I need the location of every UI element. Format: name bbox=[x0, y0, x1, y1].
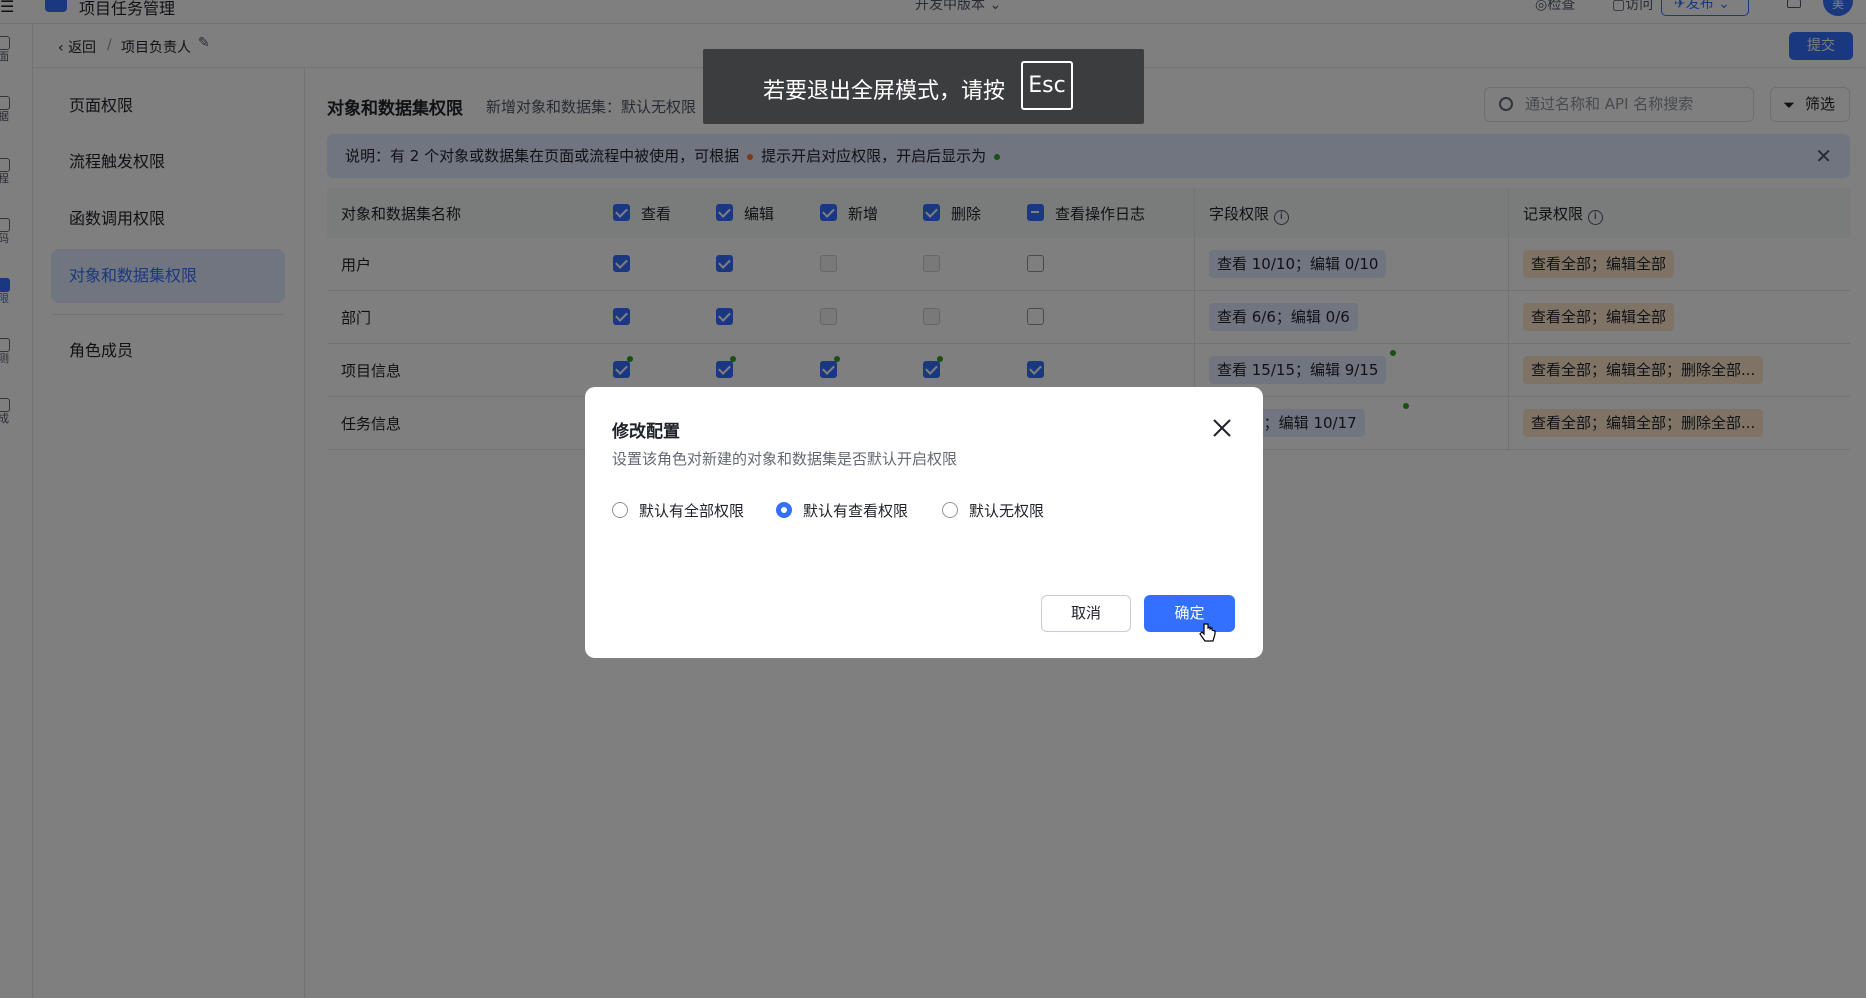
ok-button[interactable]: 确定 bbox=[1144, 595, 1235, 632]
radio-view[interactable]: 默认有查看权限 bbox=[776, 501, 908, 521]
hand-cursor-icon bbox=[1199, 623, 1216, 642]
radio-none[interactable]: 默认无权限 bbox=[942, 501, 1044, 521]
esc-key: Esc bbox=[1021, 61, 1073, 110]
config-modal: 修改配置 设置该角色对新建的对象和数据集是否默认开启权限 默认有全部权限 默认有… bbox=[585, 387, 1263, 658]
cancel-button[interactable]: 取消 bbox=[1041, 595, 1131, 632]
toast-text: 若要退出全屏模式，请按 bbox=[763, 79, 1006, 104]
modal-title: 修改配置 bbox=[612, 422, 680, 442]
close-icon[interactable] bbox=[1211, 417, 1233, 439]
radio-all[interactable]: 默认有全部权限 bbox=[612, 501, 744, 521]
modal-description: 设置该角色对新建的对象和数据集是否默认开启权限 bbox=[612, 450, 958, 468]
fullscreen-toast: 若要退出全屏模式，请按 Esc bbox=[703, 49, 1144, 124]
